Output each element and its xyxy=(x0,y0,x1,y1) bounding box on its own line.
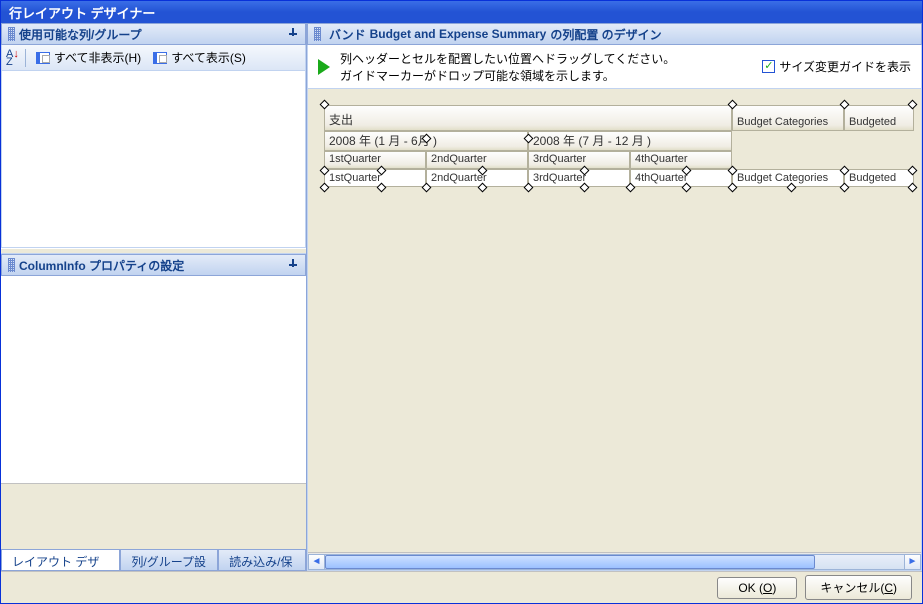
hide-all-icon xyxy=(36,52,50,64)
show-all-button[interactable]: すべて表示(S) xyxy=(149,47,250,68)
tab-column-group-settings[interactable]: 列/グループ設定 xyxy=(120,550,218,571)
header-2008-h2[interactable]: 2008 年 (7 月 - 12 月 ) xyxy=(528,131,732,151)
grip-icon xyxy=(8,27,15,41)
header-budget-categories[interactable]: Budget Categories xyxy=(732,105,844,131)
panel-columninfo-header: ColumnInfo プロパティの設定 xyxy=(1,254,306,276)
layout-design-canvas[interactable]: 支出 Budget Categories Budgeted 2008 年 (1 … xyxy=(308,89,921,552)
cell-q4[interactable]: 4thQuarter xyxy=(630,169,732,187)
play-icon xyxy=(318,59,330,75)
header-q3[interactable]: 3rdQuarter xyxy=(528,151,630,169)
scroll-left-button[interactable]: ◄ xyxy=(308,554,325,570)
horizontal-scrollbar[interactable]: ◄ ► xyxy=(308,552,921,570)
columninfo-property-grid[interactable] xyxy=(1,276,306,483)
scroll-thumb[interactable] xyxy=(325,555,815,569)
window-title: 行レイアウト デザイナー xyxy=(1,1,922,23)
header-q1[interactable]: 1stQuarter xyxy=(324,151,426,169)
available-columns-list[interactable] xyxy=(1,71,306,248)
columninfo-description xyxy=(1,483,306,549)
resize-marker[interactable] xyxy=(908,183,918,193)
show-all-icon xyxy=(153,52,167,64)
header-q4[interactable]: 4thQuarter xyxy=(630,151,732,169)
pin-icon[interactable] xyxy=(287,259,299,271)
show-resize-guide-checkbox[interactable]: ✓ サイズ変更ガイドを表示 xyxy=(762,58,911,75)
header-q2[interactable]: 2ndQuarter xyxy=(426,151,528,169)
panel-available-columns-header: 使用可能な列/グループ xyxy=(1,23,306,45)
pin-icon[interactable] xyxy=(287,28,299,40)
available-columns-toolbar: A↓Z すべて非表示(H) すべて表示(S) xyxy=(1,45,306,71)
scroll-right-button[interactable]: ► xyxy=(904,554,921,570)
cell-q1[interactable]: 1stQuarter xyxy=(324,169,426,187)
hide-all-button[interactable]: すべて非表示(H) xyxy=(32,47,145,68)
help-text: 列ヘッダーとセルを配置したい位置へドラッグしてください。 ガイドマーカーがドロッ… xyxy=(318,50,675,84)
tab-layout-design[interactable]: レイアウト デザイン xyxy=(1,550,120,571)
left-tabs: レイアウト デザイン 列/グループ設定 読み込み/保存 xyxy=(1,549,306,571)
cell-q2[interactable]: 2ndQuarter xyxy=(426,169,528,187)
sort-icon[interactable]: A↓Z xyxy=(6,50,19,66)
cell-q3[interactable]: 3rdQuarter xyxy=(528,169,630,187)
header-budgeted[interactable]: Budgeted xyxy=(844,105,914,131)
ok-button[interactable]: OK (O) xyxy=(717,577,797,599)
cancel-button[interactable]: キャンセル(C) xyxy=(805,575,912,600)
header-shishutsu[interactable]: 支出 xyxy=(324,105,732,131)
tab-load-save[interactable]: 読み込み/保存 xyxy=(218,550,306,571)
cell-budgeted[interactable]: Budgeted xyxy=(844,169,914,187)
grip-icon xyxy=(8,258,15,272)
grip-icon xyxy=(314,27,321,41)
design-header: バンド Budget and Expense Summary の列配置 のデザイ… xyxy=(307,23,922,45)
